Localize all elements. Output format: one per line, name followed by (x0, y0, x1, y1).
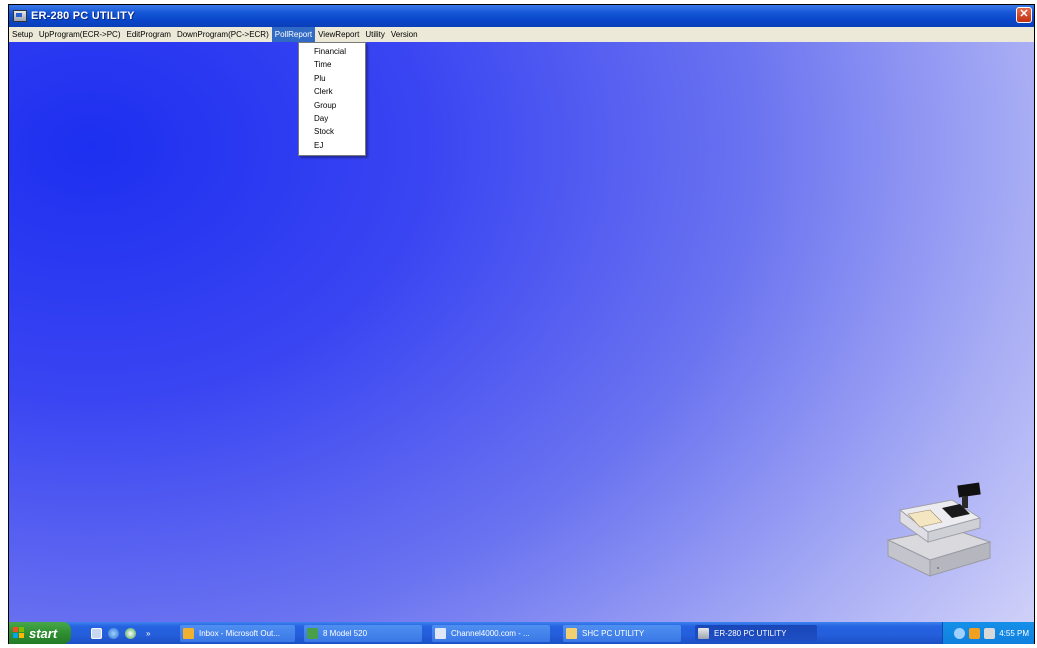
folder-icon (566, 628, 577, 639)
menu-option-ej[interactable]: EJ (299, 139, 365, 152)
menu-setup[interactable]: Setup (9, 27, 36, 42)
menu-editprogram[interactable]: EditProgram (123, 27, 173, 42)
task-label: SHC PC UTILITY (582, 629, 645, 638)
menu-pollreport[interactable]: PollReport (271, 27, 316, 42)
taskbar-button-er280[interactable]: ER-280 PC UTILITY (695, 625, 817, 642)
system-tray: 4:55 PM (942, 622, 1034, 644)
chevron-icon[interactable]: » (146, 629, 150, 638)
internet-explorer-icon[interactable] (108, 627, 119, 639)
menu-option-stock[interactable]: Stock (299, 125, 365, 138)
taskbar-button-channel[interactable]: Channel4000.com - ... (432, 625, 550, 642)
network-icon[interactable] (954, 627, 966, 639)
task-label: Channel4000.com - ... (451, 629, 530, 638)
taskbar-button-shc[interactable]: SHC PC UTILITY (563, 625, 681, 642)
task-label: Inbox - Microsoft Out... (199, 629, 280, 638)
app-window-icon (698, 628, 709, 639)
menu-utility[interactable]: Utility (362, 27, 388, 42)
app-window-icon (307, 628, 318, 639)
menu-option-financial[interactable]: Financial (299, 45, 365, 58)
browser-icon (435, 628, 446, 639)
close-button[interactable]: ✕ (1016, 7, 1032, 23)
menu-option-group[interactable]: Group (299, 99, 365, 112)
window-title: ER-280 PC UTILITY (31, 10, 135, 22)
quick-launch: » (91, 627, 150, 639)
title-bar[interactable]: ER-280 PC UTILITY ✕ (9, 5, 1034, 27)
taskbar-button-inbox[interactable]: Inbox - Microsoft Out... (180, 625, 295, 642)
windows-logo-icon (13, 627, 25, 639)
menu-upprogram[interactable]: UpProgram(ECR->PC) (36, 27, 124, 42)
menu-option-clerk[interactable]: Clerk (299, 85, 365, 98)
start-button[interactable]: start (9, 622, 71, 644)
pollreport-dropdown-menu: Financial Time Plu Clerk Group Day Stock… (298, 42, 366, 156)
task-label: 8 Model 520 (323, 629, 368, 638)
clock[interactable]: 4:55 PM (999, 629, 1029, 638)
menu-bar: Setup UpProgram(ECR->PC) EditProgram Dow… (9, 27, 1034, 42)
menu-option-day[interactable]: Day (299, 112, 365, 125)
menu-option-plu[interactable]: Plu (299, 72, 365, 85)
menu-option-time[interactable]: Time (299, 58, 365, 71)
security-icon[interactable] (969, 627, 981, 639)
close-icon: ✕ (1019, 8, 1029, 20)
media-player-icon[interactable] (125, 627, 136, 639)
start-label: start (29, 625, 58, 641)
app-window-icon (13, 10, 27, 22)
show-desktop-icon[interactable] (91, 627, 102, 639)
menu-viewreport[interactable]: ViewReport (315, 27, 362, 42)
task-label: ER-280 PC UTILITY (714, 629, 787, 638)
menu-version[interactable]: Version (388, 27, 421, 42)
volume-icon[interactable] (984, 627, 996, 639)
cash-register-image (886, 482, 992, 577)
menu-downprogram[interactable]: DownProgram(PC->ECR) (174, 27, 272, 42)
outlook-icon (183, 628, 194, 639)
taskbar-button-model[interactable]: 8 Model 520 (304, 625, 422, 642)
